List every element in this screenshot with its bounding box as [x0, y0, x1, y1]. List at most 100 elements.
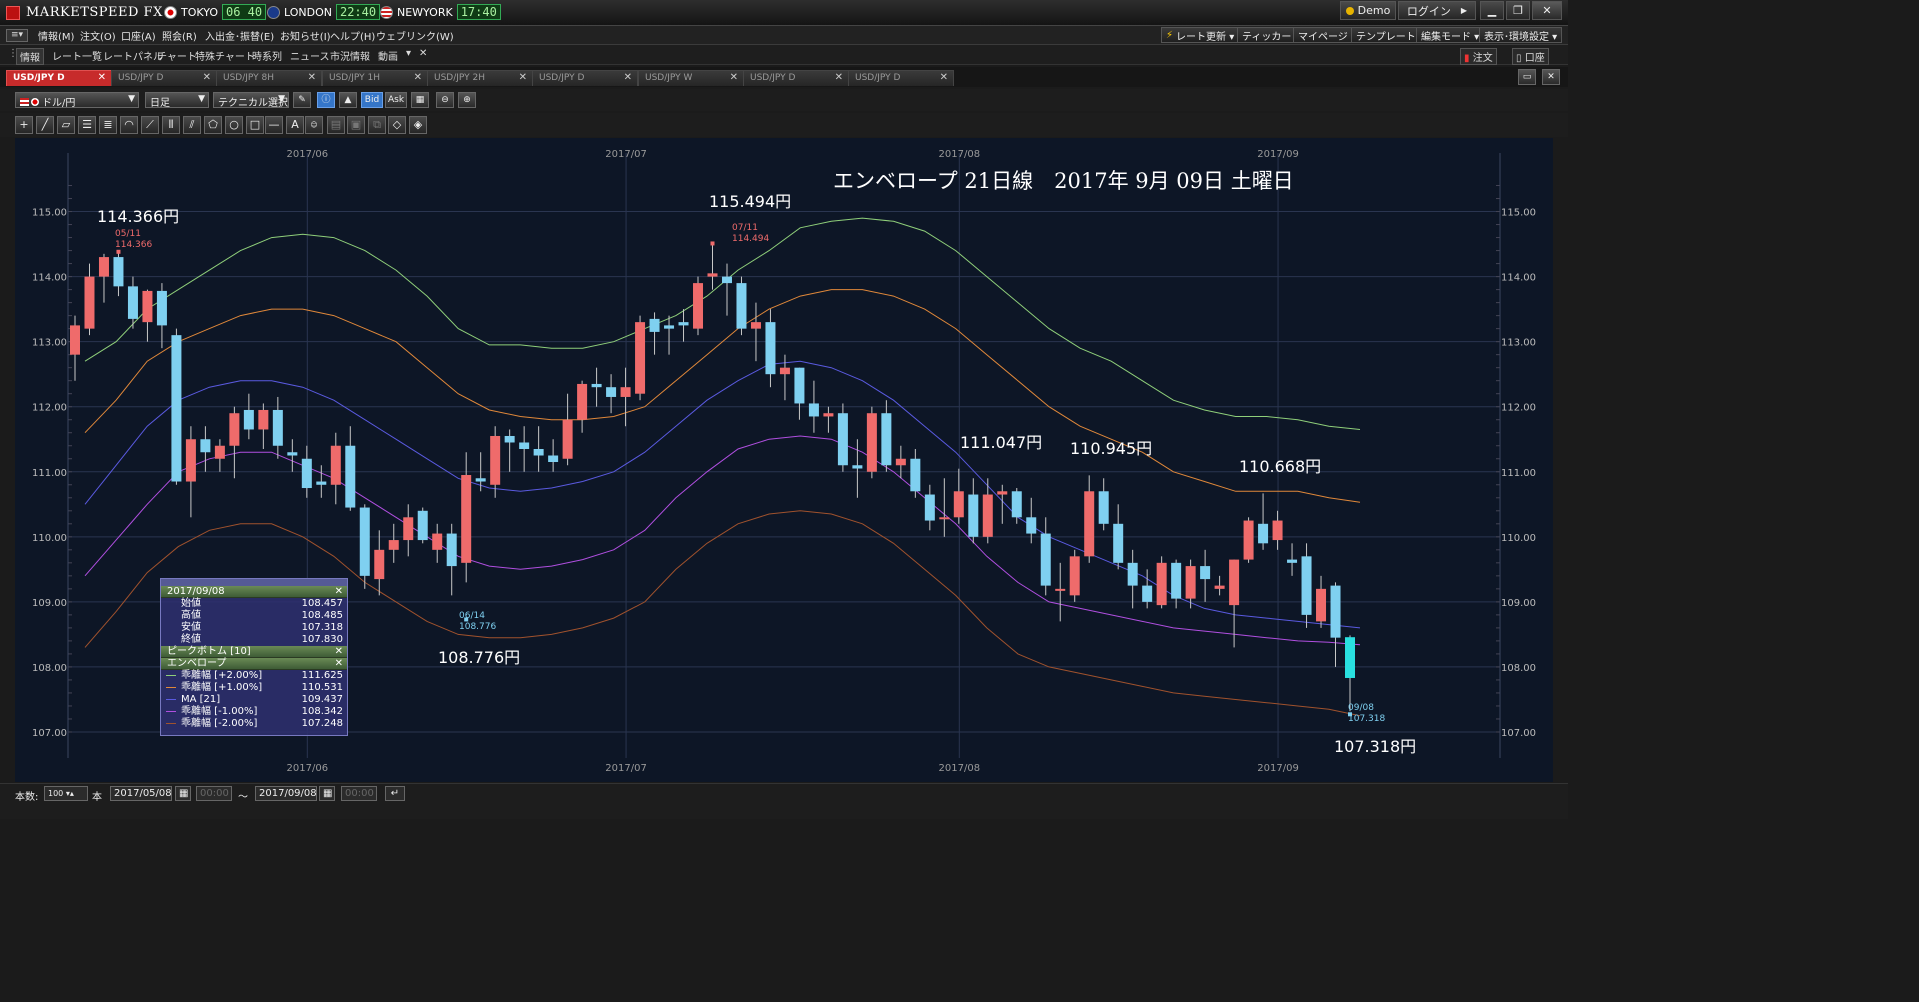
quick-chart[interactable]: チャート	[157, 48, 197, 63]
menu-info[interactable]: 情報(M)	[38, 28, 74, 43]
layers-icon[interactable]: ⧉	[368, 116, 386, 134]
close-icon[interactable]: ✕	[730, 72, 738, 83]
quick-rate-list[interactable]: レート一覧	[52, 48, 102, 63]
fibonacci-arc-icon[interactable]: ◠	[120, 116, 138, 134]
ruler-icon[interactable]: ▱	[57, 116, 75, 134]
quick-info[interactable]: 情報	[16, 48, 44, 65]
close-icon[interactable]: ✕	[335, 586, 343, 598]
tab-usdjpy-1h[interactable]: USD/JPY 1H ✕	[322, 70, 428, 86]
calendar-icon[interactable]: ▦	[175, 786, 191, 801]
maximize-chart-icon[interactable]: ▭	[1518, 69, 1536, 85]
login-button[interactable]: ログイン ▶	[1398, 1, 1476, 20]
tab-usdjpy-d[interactable]: USD/JPY D ✕	[6, 70, 112, 86]
panel-grip[interactable]	[161, 579, 347, 586]
close-icon[interactable]: ✕	[624, 72, 632, 83]
tab-usdjpy-8h[interactable]: USD/JPY 8H ✕	[216, 70, 322, 86]
menu-deposit[interactable]: 入出金･振替(E)	[205, 28, 274, 43]
x-label-top: 2017/09	[1257, 149, 1299, 160]
ask-button[interactable]: Ask	[385, 92, 407, 108]
quick-video[interactable]: 動画	[378, 48, 398, 63]
info-icon[interactable]: ⓘ	[317, 92, 335, 108]
pentagon-icon[interactable]: ⬠	[204, 116, 222, 134]
eraser-all-icon[interactable]: ◈	[409, 116, 427, 134]
chevron-down-icon: ▼	[198, 94, 205, 104]
hline-icon[interactable]: —	[265, 116, 283, 134]
eraser-icon[interactable]: ◇	[388, 116, 406, 134]
close-icon[interactable]: ✕	[419, 48, 427, 59]
close-icon[interactable]: ✕	[835, 72, 843, 83]
rate-update-button[interactable]: ⚡ レート更新 ▾	[1161, 27, 1240, 43]
date-to-input[interactable]: 2017/09/08	[255, 786, 317, 801]
tab-usdjpy-w[interactable]: USD/JPY W ✕	[638, 70, 744, 86]
tab-usdjpy-2h[interactable]: USD/JPY 2H ✕	[427, 70, 533, 86]
close-icon[interactable]: ✕	[519, 72, 527, 83]
close-icon[interactable]: ✕	[414, 72, 422, 83]
rectangle-icon[interactable]: □	[246, 116, 264, 134]
date-from-input[interactable]: 2017/05/08	[110, 786, 172, 801]
text-icon[interactable]: A	[286, 116, 304, 134]
technical-select[interactable]: テクニカル選択 ▼	[213, 92, 289, 109]
gann-icon[interactable]: ⫽	[183, 116, 201, 134]
close-icon[interactable]: ✕	[335, 658, 343, 670]
close-icon[interactable]: ✕	[98, 72, 106, 83]
time-from-input[interactable]: 00:00	[196, 786, 232, 801]
chart-window-icon[interactable]: ▦	[411, 92, 429, 108]
demo-button[interactable]: Demo	[1340, 1, 1396, 20]
close-icon[interactable]: ✕	[335, 646, 343, 658]
close-chart-icon[interactable]: ✕	[1542, 69, 1560, 85]
close-button[interactable]: ✕	[1532, 1, 1562, 20]
restore-button[interactable]: ❐	[1506, 1, 1530, 20]
time-to-input[interactable]: 00:00	[341, 786, 377, 801]
candle-body	[113, 257, 124, 287]
calendar-icon[interactable]: ▦	[319, 786, 335, 801]
quick-rate-panel[interactable]: レートパネル	[103, 48, 163, 63]
minimize-button[interactable]: ▁	[1480, 1, 1504, 20]
quick-market-info[interactable]: 市況情報	[330, 48, 370, 63]
menu-weblink[interactable]: ウェブリンク(W)	[376, 28, 454, 43]
horizontal-lines-icon[interactable]: ≣	[99, 116, 117, 134]
quick-timeseries[interactable]: 時系列	[252, 48, 282, 63]
pair-select[interactable]: ドル/円 ▼	[15, 92, 139, 109]
lightning-icon: ⚡	[1166, 29, 1174, 41]
tab-usdjpy-d[interactable]: USD/JPY D ✕	[111, 70, 217, 86]
close-icon[interactable]: ✕	[203, 72, 211, 83]
tab-usdjpy-d[interactable]: USD/JPY D ✕	[848, 70, 954, 86]
menu-help[interactable]: ヘルプ(H)	[330, 28, 375, 43]
parallel-lines-icon[interactable]: ☰	[78, 116, 96, 134]
mountain-icon[interactable]: ▲	[339, 92, 357, 108]
edit-mode-button[interactable]: 編集モード ▾	[1416, 27, 1485, 43]
close-icon[interactable]: ✕	[308, 72, 316, 83]
menu-inquiry[interactable]: 照会(R)	[162, 28, 197, 43]
layer-icon[interactable]: ▣	[347, 116, 365, 134]
quick-news[interactable]: ニュース	[290, 48, 330, 63]
trendline-icon[interactable]: ╱	[36, 116, 54, 134]
icon-stamp-icon[interactable]: ☺	[305, 116, 323, 134]
zoom-in-icon[interactable]: ⊕	[458, 92, 476, 108]
account-button[interactable]: ▯ 口座	[1512, 48, 1549, 65]
display-settings-button[interactable]: 表示･環境設定 ▾	[1479, 27, 1563, 43]
menu-order[interactable]: 注文(O)	[80, 28, 116, 43]
period-select[interactable]: 日足 ▼	[145, 92, 209, 109]
crosshair-icon[interactable]: +	[15, 116, 33, 134]
count-label: 本数:	[15, 792, 39, 803]
zoom-out-icon[interactable]: ⊖	[436, 92, 454, 108]
dropdown-icon[interactable]: ▾	[406, 48, 411, 59]
circle-icon[interactable]: ○	[225, 116, 243, 134]
close-icon[interactable]: ✕	[940, 72, 948, 83]
data-window[interactable]: 2017/09/08 ✕ 始値 108.457 高値 108.485 安値 107.31…	[160, 578, 348, 736]
candle-body	[1243, 520, 1254, 560]
menu-notice[interactable]: お知らせ(I)	[280, 28, 331, 43]
return-icon[interactable]: ↵	[385, 786, 405, 801]
tab-usdjpy-d[interactable]: USD/JPY D ✕	[532, 70, 638, 86]
pen-icon[interactable]: ✎	[293, 92, 311, 108]
copy-icon[interactable]: ▤	[327, 116, 345, 134]
count-input[interactable]: 100 ▾▴	[44, 786, 88, 801]
vertical-lines-icon[interactable]: ⦀	[162, 116, 180, 134]
bid-button[interactable]: Bid	[361, 92, 383, 108]
menu-account[interactable]: 口座(A)	[121, 28, 156, 43]
fan-lines-icon[interactable]: ⟋	[141, 116, 159, 134]
tab-usdjpy-d[interactable]: USD/JPY D ✕	[743, 70, 849, 86]
order-button[interactable]: ▮ 注文	[1460, 48, 1497, 65]
menu-toggle-icon[interactable]: ≡▾	[6, 29, 28, 42]
quick-special-chart[interactable]: 特殊チャート	[195, 48, 255, 63]
